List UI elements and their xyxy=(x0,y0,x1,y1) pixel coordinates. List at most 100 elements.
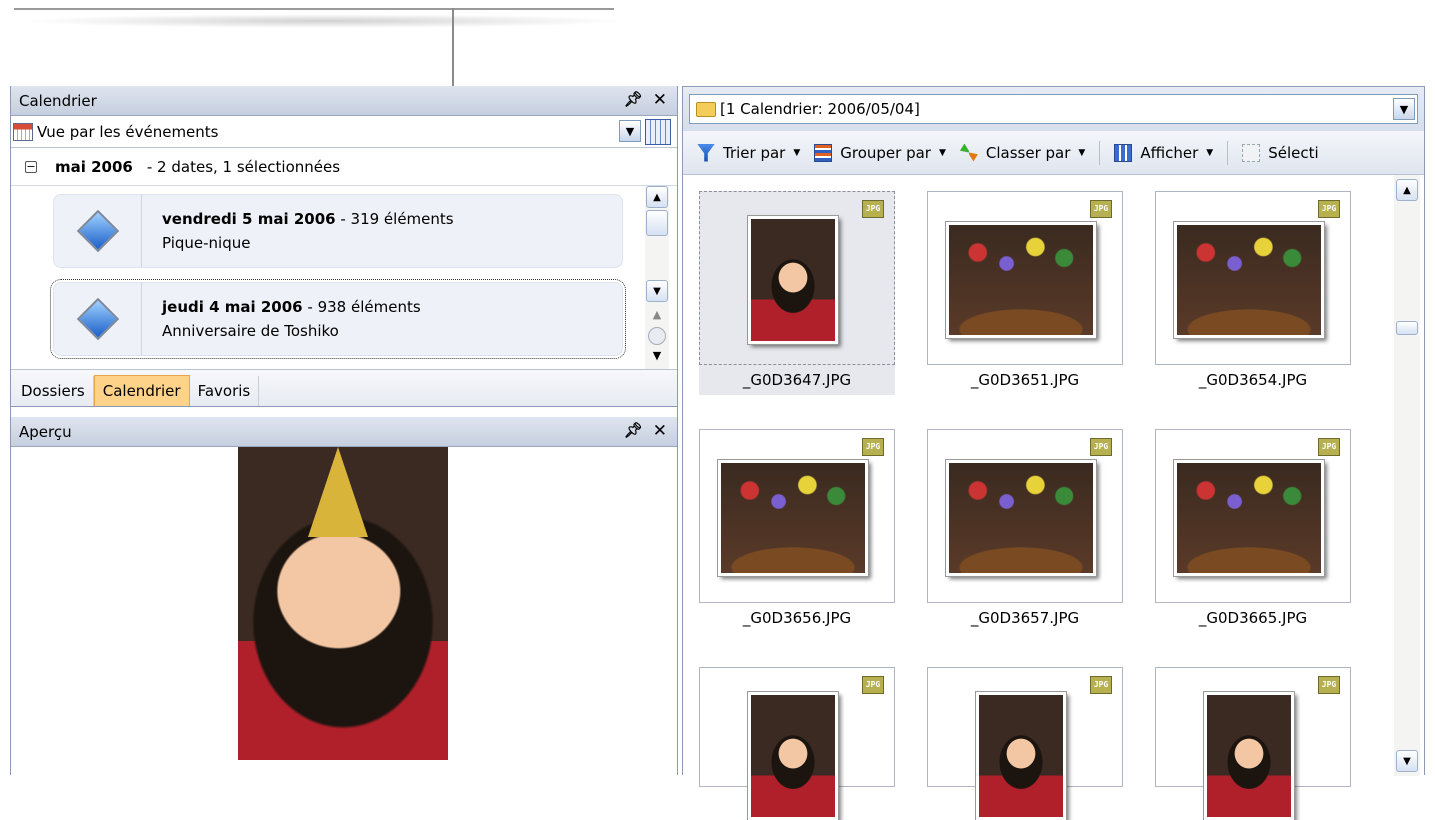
scroll-up-icon[interactable]: ▲ xyxy=(646,186,668,208)
scroll-down-icon[interactable]: ▼ xyxy=(1396,750,1418,772)
scroll-up-icon[interactable]: ▲ xyxy=(1396,179,1418,201)
tab-favoris[interactable]: Favoris xyxy=(190,376,260,406)
dropdown-arrow-icon: ▼ xyxy=(1078,147,1086,158)
group-icon xyxy=(814,143,833,162)
select-icon xyxy=(1242,143,1261,162)
pin-icon[interactable]: 📌︎ xyxy=(624,421,643,441)
thumbnail[interactable]: JPG xyxy=(699,667,895,820)
thumbnail-caption[interactable]: _G0D3657.JPG xyxy=(927,609,1123,627)
thumbnail-image xyxy=(747,691,839,820)
toolbar-separator xyxy=(1099,140,1101,165)
thumbnail-caption[interactable]: _G0D3651.JPG xyxy=(927,371,1123,389)
close-icon[interactable]: ✕ xyxy=(653,90,667,110)
scroll-thumb[interactable] xyxy=(1396,321,1418,335)
thumbnail-caption[interactable]: _G0D3665.JPG xyxy=(1155,609,1351,627)
thumbnail-caption[interactable]: _G0D3654.JPG xyxy=(1155,371,1351,389)
month-group[interactable]: − mai 2006 - 2 dates, 1 sélectionnées xyxy=(11,148,677,186)
jpg-badge-icon: JPG xyxy=(1090,200,1112,218)
thumbnail[interactable]: JPG xyxy=(927,667,1123,820)
thumbnail-image xyxy=(975,691,1067,820)
center-icon[interactable] xyxy=(648,327,666,345)
view-mode-combo[interactable]: Vue par les événements ▼ xyxy=(11,116,677,148)
thumbnail-image xyxy=(945,459,1097,577)
event-name: Pique-nique xyxy=(162,234,251,252)
scroll-thumb[interactable] xyxy=(646,210,668,236)
event-list-scrollbar[interactable]: ▲ ▼ ▲ ▼ xyxy=(645,186,669,369)
thumbnail-image xyxy=(747,215,839,345)
chevron-down-icon[interactable]: ▼ xyxy=(619,120,641,142)
pin-icon[interactable]: 📌︎ xyxy=(624,90,643,110)
thumbnail[interactable]: JPG xyxy=(699,429,895,603)
location-combo[interactable]: [1 Calendrier: 2006/05/04] ▼ xyxy=(689,94,1418,124)
thumbnail[interactable]: JPG xyxy=(927,191,1123,365)
thumbnail[interactable]: JPG xyxy=(927,429,1123,603)
thumbnail[interactable]: JPG xyxy=(1155,429,1351,603)
toolbar-separator xyxy=(1227,140,1229,165)
event-icon xyxy=(76,209,119,253)
view-mode-value: Vue par les événements xyxy=(37,122,219,141)
chevron-down-icon[interactable]: ▼ xyxy=(1393,98,1415,120)
preview-image xyxy=(238,447,448,760)
sort-button[interactable]: Trier par ▼ xyxy=(697,143,801,162)
event-name: Anniversaire de Toshiko xyxy=(162,322,339,340)
folder-icon xyxy=(696,101,716,117)
jpg-badge-icon: JPG xyxy=(1090,438,1112,456)
event-item-selected[interactable]: jeudi 4 mai 2006 - 938 éléments Annivers… xyxy=(50,279,626,359)
dropdown-arrow-icon: ▼ xyxy=(1206,147,1214,158)
dropdown-arrow-icon: ▼ xyxy=(793,147,801,158)
jpg-badge-icon: JPG xyxy=(1318,438,1340,456)
select-label: Sélecti xyxy=(1268,143,1319,162)
event-item[interactable]: vendredi 5 mai 2006 - 319 éléments Pique… xyxy=(53,194,623,268)
order-button[interactable]: Classer par ▼ xyxy=(959,143,1086,162)
thumbnail-caption[interactable]: _G0D3647.JPG xyxy=(699,365,895,395)
thumbnail-image xyxy=(1173,221,1325,339)
jpg-badge-icon: JPG xyxy=(862,438,884,456)
calendar-panel-title: Calendrier xyxy=(19,91,97,110)
jpg-badge-icon: JPG xyxy=(862,200,884,218)
view-button[interactable]: Afficher ▼ xyxy=(1114,143,1214,162)
event-date: jeudi 4 mai 2006 xyxy=(162,298,303,316)
jpg-badge-icon: JPG xyxy=(1318,676,1340,694)
group-label: Grouper par xyxy=(840,143,931,162)
event-count: - 938 éléments xyxy=(307,298,421,316)
calendar-icon xyxy=(13,122,33,141)
preview-area xyxy=(11,447,677,760)
thumbnail-grid: JPG _G0D3647.JPG JPG _G0D3651.JPG JPG _G… xyxy=(683,175,1394,820)
order-label: Classer par xyxy=(985,143,1071,162)
tab-calendrier[interactable]: Calendrier xyxy=(93,375,190,406)
thumbnail[interactable]: JPG xyxy=(699,191,895,365)
select-button[interactable]: Sélecti xyxy=(1242,143,1319,162)
sort-label: Trier par xyxy=(723,143,786,162)
view-label: Afficher xyxy=(1140,143,1199,162)
thumbnail-image xyxy=(1173,459,1325,577)
thumbnail[interactable]: JPG xyxy=(1155,191,1351,365)
thumbnail-caption[interactable]: _G0D3656.JPG xyxy=(699,609,895,627)
view-icon xyxy=(1114,143,1133,162)
location-text: [1 Calendrier: 2006/05/04] xyxy=(720,100,920,118)
previous-item-icon[interactable]: ▲ xyxy=(645,308,669,321)
collapse-icon[interactable]: − xyxy=(25,160,37,173)
close-icon[interactable]: ✕ xyxy=(653,421,667,441)
group-button[interactable]: Grouper par ▼ xyxy=(814,143,946,162)
month-label: mai 2006 xyxy=(55,157,133,176)
thumbnail-image xyxy=(1203,691,1295,820)
scroll-down-icon[interactable]: ▼ xyxy=(646,280,668,302)
event-icon xyxy=(76,297,119,341)
month-summary: - 2 dates, 1 sélectionnées xyxy=(146,157,341,176)
calendar-picker-button[interactable] xyxy=(645,119,671,145)
dropdown-arrow-icon: ▼ xyxy=(938,147,946,158)
image-browser-pane: [1 Calendrier: 2006/05/04] ▼ Trier par ▼ … xyxy=(682,86,1425,820)
thumbnail-image xyxy=(717,459,869,577)
callout-shadow xyxy=(20,14,630,28)
thumbnail[interactable]: JPG xyxy=(1155,667,1351,820)
panel-tab-bar: Dossiers Calendrier Favoris xyxy=(11,369,677,407)
left-pane: Calendrier 📌︎ ✕ Vue par les événements ▼… xyxy=(10,86,678,775)
tab-dossiers[interactable]: Dossiers xyxy=(13,376,94,406)
sort-order-icon xyxy=(959,143,978,162)
event-count: - 319 éléments xyxy=(340,210,454,228)
jpg-badge-icon: JPG xyxy=(1090,676,1112,694)
thumbnail-scrollbar[interactable]: ▲ ▼ xyxy=(1394,175,1420,776)
preview-panel-header: Aperçu 📌︎ ✕ xyxy=(11,417,677,447)
next-item-icon[interactable]: ▼ xyxy=(645,349,669,362)
calendar-panel-header: Calendrier 📌︎ ✕ xyxy=(11,86,677,116)
